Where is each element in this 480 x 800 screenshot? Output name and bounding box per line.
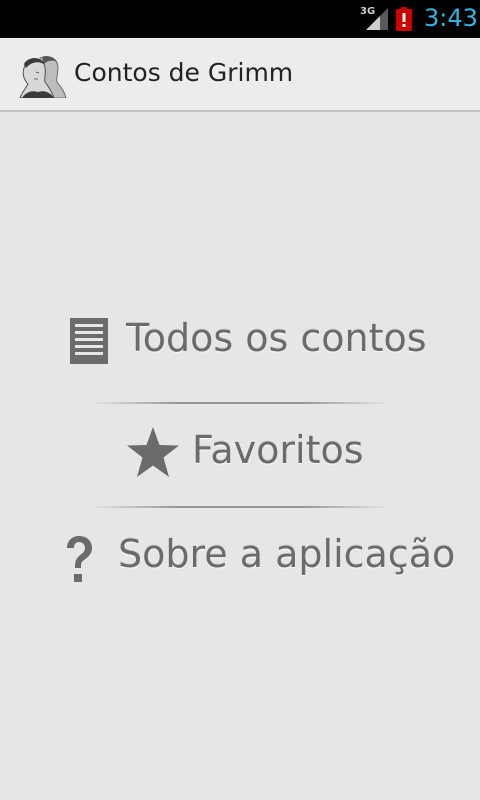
action-bar: Contos de Grimm (0, 38, 480, 112)
menu-item-favorites[interactable]: Favoritos (0, 404, 480, 508)
menu-item-label: Todos os contos (126, 316, 427, 360)
menu-item-label: Sobre a aplicação (118, 532, 456, 576)
battery-low-icon (396, 7, 412, 31)
signal-strength-icon (366, 8, 388, 30)
menu-item-label: Favoritos (192, 428, 364, 472)
list-document-icon (70, 318, 108, 364)
brothers-grimm-portrait-icon[interactable] (18, 52, 68, 98)
menu-item-all-tales[interactable]: Todos os contos (0, 300, 480, 404)
star-icon (127, 427, 179, 477)
app-title: Contos de Grimm (74, 58, 294, 87)
question-mark-icon (67, 536, 92, 582)
clock: 3:43 (424, 4, 478, 32)
status-bar: 3G 3:43 (0, 0, 480, 38)
menu-item-about[interactable]: Sobre a aplicação (0, 508, 480, 612)
main-menu: Todos os contos Favoritos Sobre a aplica… (0, 112, 480, 800)
